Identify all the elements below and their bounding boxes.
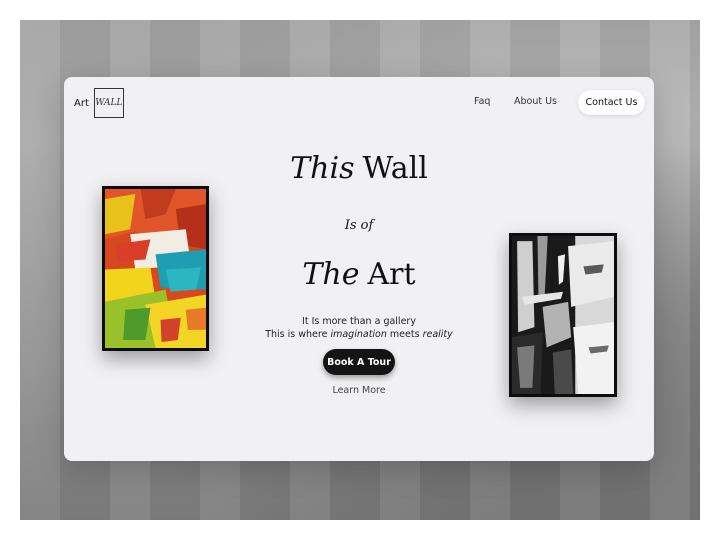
hero-this-word: This xyxy=(290,151,355,186)
hero-heading-line-3: The Art xyxy=(64,257,654,293)
landing-card: Art WALL Faq About Us Contact Us This Wa… xyxy=(64,77,654,461)
brand-logo[interactable]: Art WALL xyxy=(74,88,124,118)
logo-art-text: Art xyxy=(74,97,89,109)
hero-heading-line-1: This Wall xyxy=(64,151,654,187)
book-a-tour-button[interactable]: Book A Tour xyxy=(323,349,395,375)
hero-wall-word: Wall xyxy=(362,151,428,186)
hero-heading-line-2: Is of xyxy=(64,218,654,234)
contact-us-button[interactable]: Contact Us xyxy=(578,90,645,115)
hero-the-word: The xyxy=(302,257,360,292)
hero-art-word: Art xyxy=(367,257,416,292)
logo-wall-box: WALL xyxy=(93,88,124,118)
nav-faq-link[interactable]: Faq xyxy=(474,96,490,107)
sub2-imagination: imagination xyxy=(330,329,387,340)
learn-more-link[interactable]: Learn More xyxy=(64,385,654,396)
sub2-part-a: This is where xyxy=(265,329,331,340)
hero-subtitle-2: This is where imagination meets reality xyxy=(64,328,654,341)
nav-about-link[interactable]: About Us xyxy=(514,96,557,107)
top-nav: Art WALL Faq About Us Contact Us xyxy=(64,77,654,129)
hero-is-of-text: Is of xyxy=(344,218,374,233)
hero-subtitle-1: It Is more than a gallery xyxy=(302,316,416,327)
sub2-part-c: meets xyxy=(386,329,423,340)
sub2-reality: reality xyxy=(422,329,453,340)
